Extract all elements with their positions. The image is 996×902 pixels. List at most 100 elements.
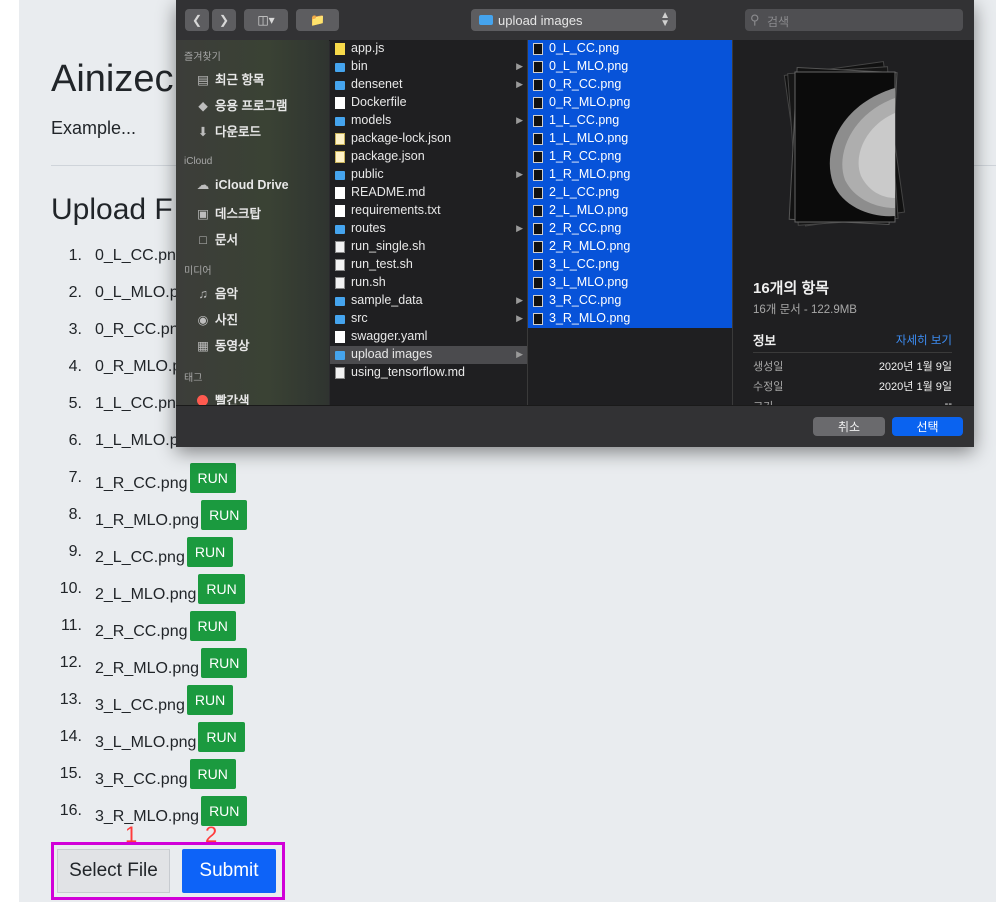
disclosure-arrow-icon: ▶ (516, 349, 523, 359)
sidebar-item[interactable]: ♫ 음악 (194, 283, 238, 302)
image-file-row[interactable]: 0_R_MLO.png (528, 94, 732, 112)
folder-row[interactable]: upload images ▶ (330, 346, 527, 364)
submit-button[interactable]: Submit (182, 849, 276, 893)
image-file-row[interactable]: 2_L_MLO.png (528, 202, 732, 220)
image-file-row[interactable]: 2_L_CC.png (528, 184, 732, 202)
documents-icon: □ (199, 233, 207, 247)
file-name-text: 1_R_CC.png (95, 475, 188, 493)
file-name-text: 1_L_CC.png (95, 395, 185, 412)
image-thumbnail-icon (533, 205, 543, 217)
image-thumbnail-icon (533, 79, 543, 91)
item-count-title: 16개의 항목 (753, 280, 830, 297)
row-label: 3_L_CC.png (549, 257, 620, 271)
image-file-row[interactable]: 3_L_MLO.png (528, 274, 732, 292)
file-row[interactable]: run.sh (330, 274, 527, 292)
file-row[interactable]: using_tensorflow.md (330, 364, 527, 382)
forward-button[interactable]: ❯ (212, 9, 236, 31)
file-row[interactable]: package.json (330, 148, 527, 166)
button-highlight-box: Select File Submit (51, 842, 285, 900)
folder-row[interactable]: models ▶ (330, 112, 527, 130)
sidebar-header-icloud: iCloud (184, 156, 213, 167)
file-name: 0_L_CC.png (95, 247, 185, 265)
finder-column-upload-images: 0_L_CC.png 0_L_MLO.png 0_R_CC.png 0_R_MLO.p… (528, 40, 733, 405)
image-file-row[interactable]: 3_R_CC.png (528, 292, 732, 310)
image-file-row[interactable]: 3_R_MLO.png (528, 310, 732, 328)
folder-row[interactable]: src ▶ (330, 310, 527, 328)
upload-section-title: Upload F (51, 193, 173, 226)
file-name: 2_L_CC.png RUN (95, 537, 234, 573)
folder-icon (335, 351, 345, 360)
file-row[interactable]: run_single.sh (330, 238, 527, 256)
select-file-button[interactable]: Select File (57, 849, 170, 893)
file-number: 16. (59, 802, 82, 819)
file-row[interactable]: README.md (330, 184, 527, 202)
file-name-text: 2_R_MLO.png (95, 660, 200, 678)
image-file-row[interactable]: 3_L_CC.png (528, 256, 732, 274)
sidebar-item[interactable]: ◆ 응용 프로그램 (194, 95, 287, 114)
run-button[interactable]: RUN (189, 463, 236, 493)
run-button[interactable]: RUN (201, 500, 248, 530)
sidebar-item[interactable]: ◉ 사진 (194, 309, 238, 328)
image-file-row[interactable]: 0_L_CC.png (528, 40, 732, 58)
file-row[interactable]: app.js (330, 40, 527, 58)
folder-row[interactable]: sample_data ▶ (330, 292, 527, 310)
file-name-text: 2_L_MLO.png (95, 586, 197, 604)
folder-row[interactable]: bin ▶ (330, 58, 527, 76)
sidebar-header-media: 미디어 (184, 266, 212, 277)
file-row[interactable]: package-lock.json (330, 130, 527, 148)
back-button[interactable]: ❮ (185, 9, 209, 31)
sidebar-item[interactable]: ☁ iCloud Drive (194, 177, 289, 192)
view-mode-button[interactable]: ◫▾ (244, 9, 288, 31)
file-row[interactable]: Dockerfile (330, 94, 527, 112)
sidebar-item[interactable]: ▣ 데스크탑 (194, 203, 261, 222)
file-row[interactable]: requirements.txt (330, 202, 527, 220)
row-label: bin (351, 59, 368, 73)
folder-icon (479, 15, 493, 25)
info-header: 정보 (753, 334, 777, 348)
new-folder-button[interactable]: 📁 (296, 9, 339, 31)
disclosure-arrow-icon: ▶ (516, 313, 523, 323)
image-file-row[interactable]: 1_L_MLO.png (528, 130, 732, 148)
run-button[interactable]: RUN (189, 611, 236, 641)
image-file-row[interactable]: 0_R_CC.png (528, 76, 732, 94)
folder-row[interactable]: routes ▶ (330, 220, 527, 238)
file-number: 10. (59, 580, 82, 597)
row-label: package.json (351, 149, 425, 163)
sidebar-item-label: iCloud Drive (215, 178, 289, 192)
choose-button[interactable]: 선택 (892, 417, 963, 436)
run-button[interactable]: RUN (189, 759, 236, 789)
image-file-row[interactable]: 2_R_MLO.png (528, 238, 732, 256)
file-row[interactable]: swagger.yaml (330, 328, 527, 346)
run-button[interactable]: RUN (186, 685, 234, 715)
show-more-link[interactable]: 자세히 보기 (896, 332, 952, 348)
file-number: 8. (68, 506, 82, 523)
image-file-row[interactable]: 2_R_CC.png (528, 220, 732, 238)
image-file-row[interactable]: 1_R_CC.png (528, 148, 732, 166)
folder-row[interactable]: public ▶ (330, 166, 527, 184)
image-file-row[interactable]: 1_R_MLO.png (528, 166, 732, 184)
run-button[interactable]: RUN (198, 722, 245, 752)
sidebar-header-favorites: 즐겨찾기 (184, 52, 221, 63)
sidebar-item[interactable]: ▤ 최근 항목 (194, 69, 264, 88)
file-name: 2_R_CC.png RUN (95, 611, 236, 647)
sidebar-item[interactable]: □ 문서 (194, 229, 238, 248)
sidebar-item[interactable]: ▦ 동영상 (194, 335, 249, 354)
folder-icon (335, 297, 345, 306)
run-button[interactable]: RUN (201, 648, 248, 678)
image-file-row[interactable]: 0_L_MLO.png (528, 58, 732, 76)
file-open-dialog: ❮ ❯ ◫▾ 📁 upload images ▲ ▼ ⚲ 검색 즐겨찾기 ▤ 최근 항… (176, 0, 974, 447)
cancel-button[interactable]: 취소 (813, 417, 885, 436)
run-button[interactable]: RUN (186, 537, 234, 567)
columns-view-icon: ◫▾ (257, 13, 275, 27)
file-name: 3_L_CC.png RUN (95, 685, 234, 721)
location-popup[interactable]: upload images ▲ ▼ (471, 9, 676, 31)
file-row[interactable]: run_test.sh (330, 256, 527, 274)
row-label: 0_L_MLO.png (549, 59, 629, 73)
image-file-row[interactable]: 1_L_CC.png (528, 112, 732, 130)
run-button[interactable]: RUN (198, 574, 245, 604)
sidebar-item[interactable]: ⬇ 다운로드 (194, 121, 261, 140)
folder-row[interactable]: densenet ▶ (330, 76, 527, 94)
search-field[interactable]: ⚲ 검색 (745, 9, 963, 31)
sidebar-item-label: 최근 항목 (215, 73, 265, 87)
image-thumbnail-icon (533, 115, 543, 127)
